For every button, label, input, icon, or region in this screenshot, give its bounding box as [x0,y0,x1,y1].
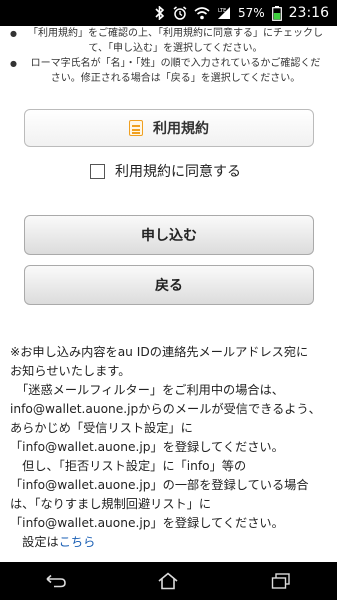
back-button[interactable]: 戻る [24,265,314,305]
terms-button-label: 利用規約 [153,121,209,137]
notice-line: お知らせいたします。 [10,364,131,378]
notice-line: 「info@wallet.auone.jp」の一部を登録している場合 [10,478,309,492]
notice-line: 「迷惑メールフィルター」をご利用中の場合は、 [10,383,284,397]
agree-terms[interactable]: 利用規約に同意する [90,161,241,181]
alarm-icon [173,6,187,20]
notice-line: あらかじめ「受信リスト設定」に [10,421,193,435]
document-icon [129,120,143,136]
agree-checkbox[interactable] [90,163,105,179]
navigation-bar [0,562,337,600]
svg-text:LTE: LTE [218,8,226,14]
bluetooth-icon [154,6,166,20]
note-item: 「利用規約」をご確認の上、「利用規約に同意する」にチェックして、「申し込む」を選… [10,26,325,56]
notice-line: 「info@wallet.auone.jp」を登録してください。 [10,440,284,454]
status-bar: LTE 57% 23:16 [0,0,337,26]
notes-list: 「利用規約」をご確認の上、「利用規約に同意する」にチェックして、「申し込む」を選… [0,26,337,86]
recent-apps-icon[interactable] [261,566,301,596]
settings-link[interactable]: こちら [59,535,96,549]
terms-button[interactable]: 利用規約 [24,109,314,147]
battery-percent: 57% [237,6,265,20]
page-content: 「利用規約」をご確認の上、「利用規約に同意する」にチェックして、「申し込む」を選… [0,26,337,562]
notice-line: は、「なりすまし規制回避リスト」に [10,497,212,511]
notice-line: 但し、「拒否リスト設定」に「info」等の [10,459,247,473]
agree-label: 利用規約に同意する [115,164,241,180]
email-notice: ※お申し込み内容をau IDの連絡先メールアドレス宛に お知らせいたします。 「… [10,343,330,552]
notice-line: ※お申し込み内容をau IDの連絡先メールアドレス宛に [10,345,309,359]
settings-line: 設定はこちら [10,533,330,552]
note-item: ローマ字氏名が「名」・「姓」の順で入力されているかご確認ください。修正される場合… [10,56,325,86]
home-icon[interactable] [148,566,188,596]
clock: 23:16 [288,5,329,21]
battery-icon [271,5,282,21]
notice-line: 「info@wallet.auone.jp」を登録してください。 [10,516,284,530]
back-icon[interactable] [36,566,76,596]
wifi-icon [194,6,210,20]
settings-prefix: 設定は [10,535,59,549]
lte-signal-icon: LTE [217,6,231,20]
apply-button[interactable]: 申し込む [24,215,314,255]
notice-line: info@wallet.auone.jpからのメールが受信できるよう、 [10,402,321,416]
